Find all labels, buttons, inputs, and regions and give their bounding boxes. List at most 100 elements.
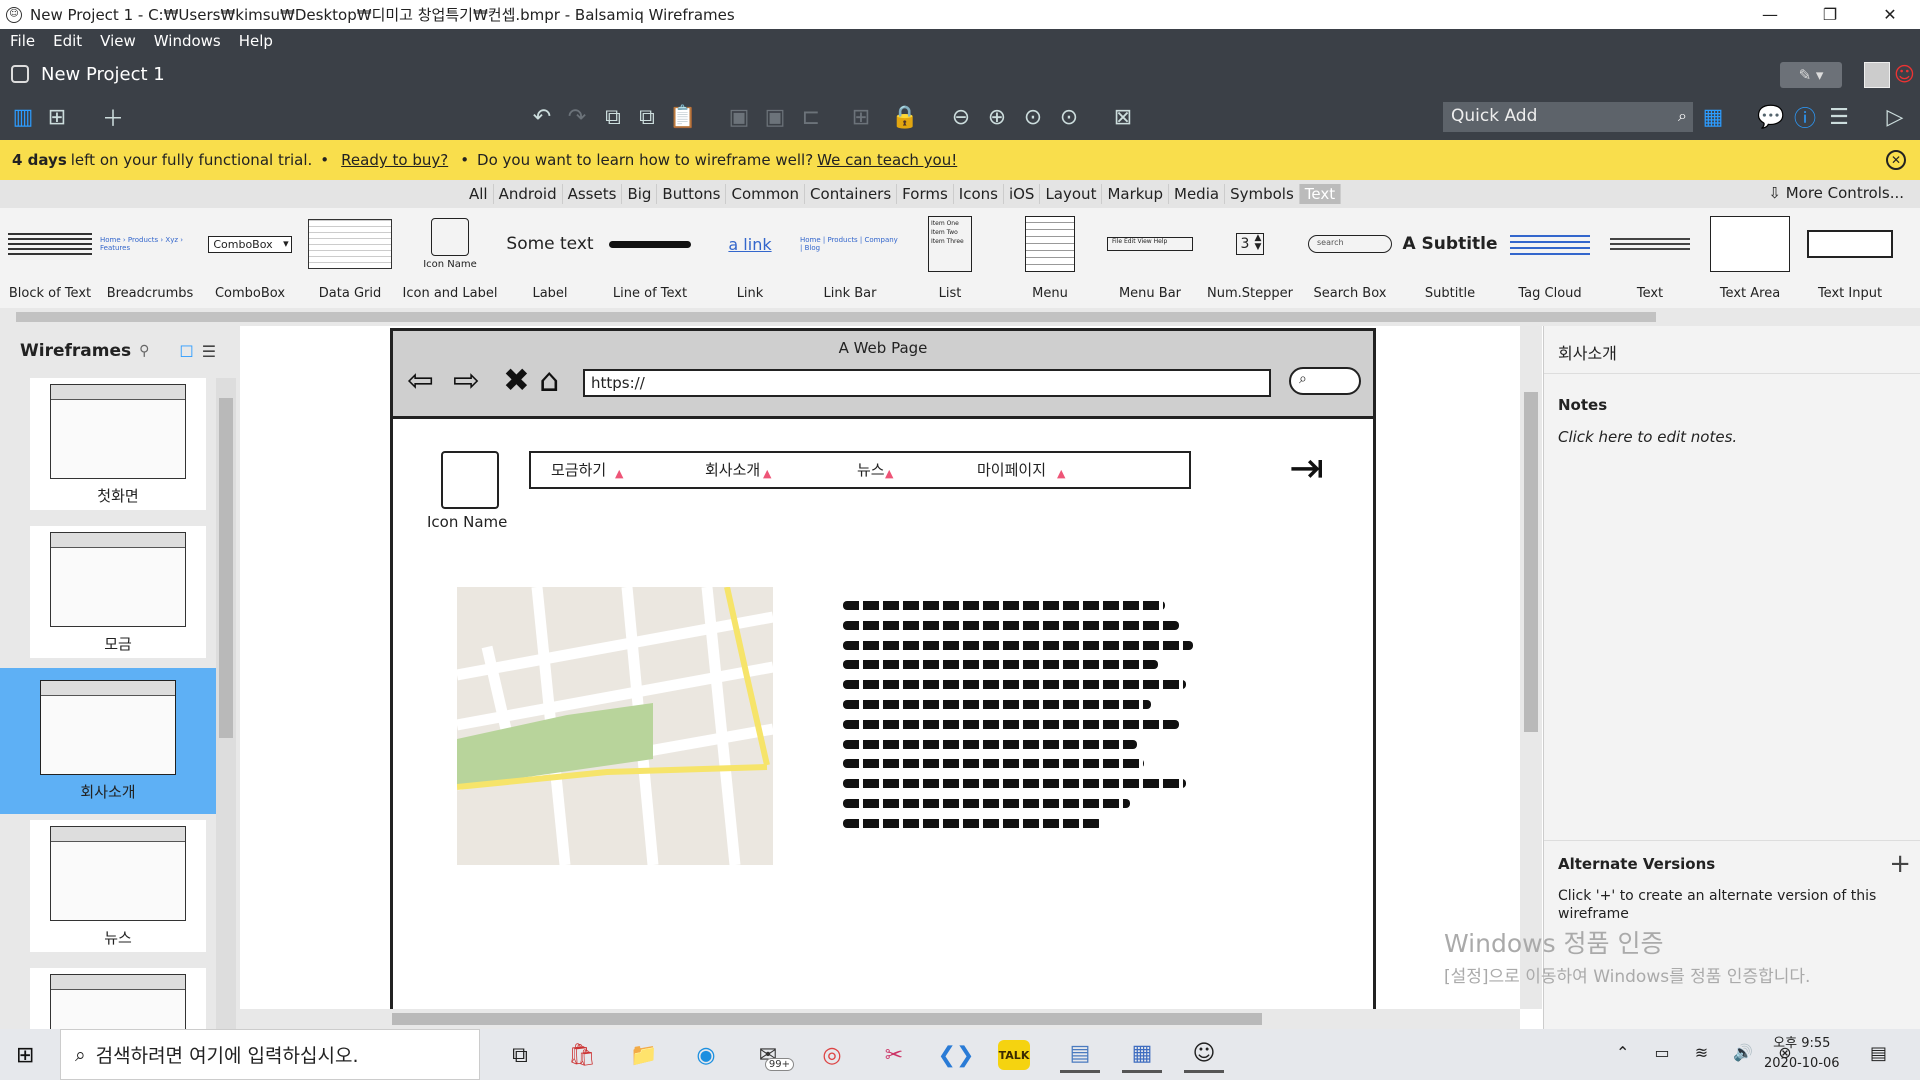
task-view-icon[interactable]: ⧉: [500, 1037, 540, 1073]
paste-icon[interactable]: 📋: [668, 102, 698, 132]
lib-num-stepper[interactable]: 3 ▲ ▼ Num.Stepper: [1200, 208, 1300, 308]
lib-subtitle[interactable]: A Subtitle Subtitle: [1400, 208, 1500, 308]
arrange-icon[interactable]: ⊞: [846, 102, 876, 132]
canvas-vertical-scrollbar[interactable]: [1520, 326, 1542, 1009]
lib-text-area[interactable]: Text Area: [1700, 208, 1800, 308]
page-thumb-donate[interactable]: 모금: [30, 526, 206, 658]
notes-app-icon[interactable]: ▦: [1122, 1037, 1162, 1073]
menu-help[interactable]: Help: [239, 32, 273, 50]
filter-tab-layout[interactable]: Layout: [1040, 184, 1103, 204]
presentation-icon[interactable]: ▷: [1880, 102, 1910, 132]
filter-tab-icons[interactable]: Icons: [954, 184, 1004, 204]
delete-icon[interactable]: ⊠: [1108, 102, 1138, 132]
quick-add-input[interactable]: Quick Add ⌕: [1443, 102, 1693, 132]
ungroup-icon[interactable]: ▣: [760, 102, 790, 132]
lib-link[interactable]: a link Link: [700, 208, 800, 308]
notes-field[interactable]: Click here to edit notes.: [1544, 420, 1920, 454]
lib-text[interactable]: Text: [1600, 208, 1700, 308]
filter-tab-all[interactable]: All: [464, 184, 494, 204]
filter-tab-buttons[interactable]: Buttons: [657, 184, 727, 204]
teach-link[interactable]: We can teach you!: [817, 151, 957, 169]
pages-scrollbar[interactable]: [216, 378, 236, 1029]
navigator-icon[interactable]: ⚲: [139, 343, 149, 359]
sign-in-icon[interactable]: ⇥: [1289, 443, 1324, 492]
user-avatar[interactable]: [1864, 62, 1890, 88]
comments-icon[interactable]: 💬: [1756, 102, 1786, 132]
nav-mypage[interactable]: 마이페이지: [977, 459, 1046, 480]
menu-file[interactable]: File: [10, 32, 35, 50]
taskbar-clock[interactable]: 오후 9:55 2020-10-06: [1764, 1034, 1840, 1074]
forward-arrow-icon[interactable]: ⇨: [453, 361, 480, 399]
kakaotalk-icon[interactable]: TALK: [998, 1040, 1030, 1070]
page-thumb-about[interactable]: 회사소개: [0, 668, 216, 814]
close-banner-icon[interactable]: ✕: [1886, 150, 1906, 170]
lib-icon-and-label[interactable]: Icon Name Icon and Label: [400, 208, 500, 308]
lib-menu-bar[interactable]: File Edit View Help Menu Bar: [1100, 208, 1200, 308]
close-button[interactable]: ✕: [1860, 0, 1920, 29]
lib-list[interactable]: Item One Item Two Item Three List: [900, 208, 1000, 308]
filter-tab-android[interactable]: Android: [494, 184, 563, 204]
lib-text-input[interactable]: Text Input: [1800, 208, 1900, 308]
balsamiq-taskbar-icon[interactable]: ☺: [1184, 1037, 1224, 1073]
lib-link-bar[interactable]: Home | Products | Company | Blog Link Ba…: [800, 208, 900, 308]
filter-tab-common[interactable]: Common: [726, 184, 806, 204]
filter-tab-markup[interactable]: Markup: [1102, 184, 1170, 204]
align-icon[interactable]: ⊏: [796, 102, 826, 132]
page-thumb-next[interactable]: [30, 968, 206, 1030]
zoom-in-icon[interactable]: ⊕: [982, 102, 1012, 132]
windows-start-icon[interactable]: ⊞: [16, 1043, 34, 1068]
group-icon[interactable]: ▣: [724, 102, 754, 132]
single-view-icon[interactable]: ▥: [8, 102, 38, 132]
selected-wireframe-title[interactable]: 회사소개: [1544, 326, 1920, 374]
home-icon[interactable]: ⌂: [539, 361, 559, 399]
menu-edit[interactable]: Edit: [53, 32, 82, 50]
lib-breadcrumbs[interactable]: Home › Products › Xyz › Features Breadcr…: [100, 208, 200, 308]
filter-tab-forms[interactable]: Forms: [897, 184, 954, 204]
ui-library-icon[interactable]: ▦: [1698, 102, 1728, 132]
maximize-button[interactable]: ❐: [1800, 0, 1860, 29]
add-alternate-icon[interactable]: +: [1889, 849, 1911, 879]
canvas-horizontal-scrollbar[interactable]: [240, 1009, 1520, 1029]
minimize-button[interactable]: —: [1740, 0, 1800, 29]
redo-icon[interactable]: ↷: [562, 102, 592, 132]
vscode-icon[interactable]: ❮❯: [936, 1037, 976, 1073]
library-scrollbar[interactable]: [0, 308, 1920, 326]
nav-about[interactable]: 회사소개: [705, 459, 760, 480]
lib-block-of-text[interactable]: Block of Text: [0, 208, 100, 308]
menu-windows[interactable]: Windows: [154, 32, 221, 50]
lib-search-box[interactable]: search Search Box: [1300, 208, 1400, 308]
project-title[interactable]: New Project 1: [41, 64, 165, 85]
filter-tab-symbols[interactable]: Symbols: [1225, 184, 1300, 204]
lib-label[interactable]: Some text Label: [500, 208, 600, 308]
lock-icon[interactable]: 🔒: [890, 102, 920, 132]
edit-mode-pencil-icon[interactable]: ✎ ▾: [1780, 62, 1842, 88]
filter-tab-media[interactable]: Media: [1169, 184, 1226, 204]
lib-combobox[interactable]: ComboBox ▾ ComboBox: [200, 208, 300, 308]
zoom-fit-icon[interactable]: ⊙: [1054, 102, 1084, 132]
page-thumb-home[interactable]: 첫화면: [30, 378, 206, 510]
wireframe-canvas[interactable]: A Web Page ⇦ ⇨ ✖ ⌂ https:// ⌕ Icon Name …: [240, 326, 1520, 1029]
document-app-icon[interactable]: ▤: [1060, 1037, 1100, 1073]
page-thumb-news[interactable]: 뉴스: [30, 820, 206, 952]
lib-data-grid[interactable]: Data Grid: [300, 208, 400, 308]
url-field[interactable]: https://: [583, 369, 1271, 397]
stop-icon[interactable]: ✖: [503, 361, 530, 399]
file-explorer-icon[interactable]: 📁: [624, 1037, 664, 1073]
store-icon[interactable]: 🛍: [562, 1037, 602, 1073]
thumbnail-view-icon[interactable]: ☐: [179, 342, 193, 361]
undo-icon[interactable]: ↶: [527, 102, 557, 132]
back-arrow-icon[interactable]: ⇦: [407, 361, 434, 399]
lib-tag-cloud[interactable]: Tag Cloud: [1500, 208, 1600, 308]
browser-search-field[interactable]: ⌕: [1289, 367, 1361, 395]
taskbar-search-box[interactable]: ⌕ 검색하려면 여기에 입력하십시오.: [60, 1029, 480, 1080]
zoom-actual-icon[interactable]: ⊙: [1018, 102, 1048, 132]
info-icon[interactable]: ⓘ: [1790, 102, 1820, 132]
nav-donate[interactable]: 모금하기: [551, 459, 606, 480]
buy-link[interactable]: Ready to buy?: [341, 151, 448, 169]
list-view-icon[interactable]: ☰: [202, 342, 216, 361]
properties-icon[interactable]: ☰: [1824, 102, 1854, 132]
copy-icon[interactable]: ⧉: [598, 102, 628, 132]
duplicate-icon[interactable]: ⧉: [632, 102, 662, 132]
lib-line-of-text[interactable]: Line of Text: [600, 208, 700, 308]
icon-placeholder[interactable]: [441, 451, 499, 509]
